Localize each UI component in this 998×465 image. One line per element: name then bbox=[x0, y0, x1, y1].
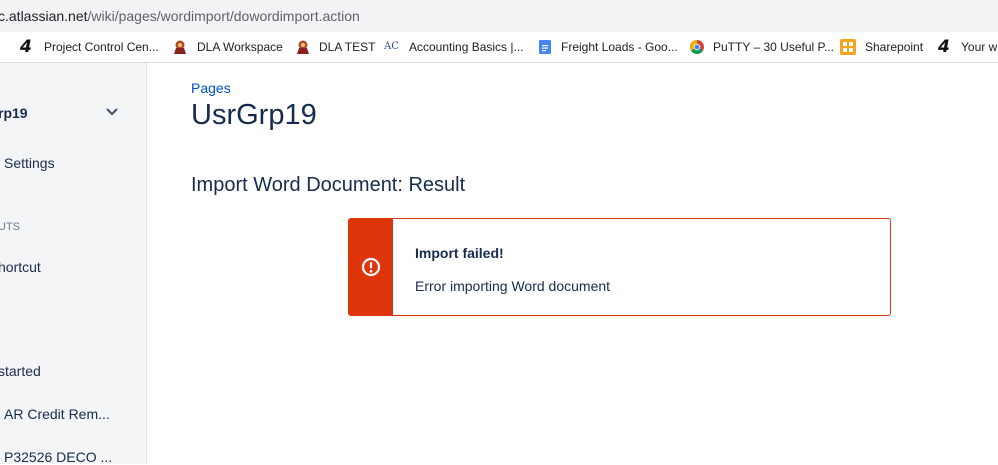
bookmarks-bar: r 4 Project Control Cen... DLA Workspace… bbox=[0, 32, 998, 63]
sidebar-item-ar-credit[interactable]: AR Credit Rem... bbox=[4, 406, 110, 422]
ac-icon: AC bbox=[384, 41, 399, 52]
breadcrumb[interactable]: Pages bbox=[191, 80, 231, 96]
error-icon bbox=[361, 257, 381, 277]
space-settings-link[interactable]: Settings bbox=[4, 155, 55, 171]
error-title: Import failed! bbox=[415, 245, 504, 261]
sidebar-item-p32526[interactable]: P32526 DECO ... bbox=[4, 449, 112, 465]
sidebar: rp19 Settings UTS hortcut started AR Cre… bbox=[0, 63, 147, 465]
space-name[interactable]: rp19 bbox=[0, 105, 28, 121]
google-docs-icon bbox=[539, 40, 551, 54]
four-icon: 4 bbox=[20, 37, 32, 57]
result-heading: Import Word Document: Result bbox=[191, 174, 466, 196]
shortcuts-section-label: UTS bbox=[0, 221, 20, 233]
url-text[interactable]: c.atlassian.net/wiki/pages/wordimport/do… bbox=[0, 8, 360, 24]
add-shortcut-link[interactable]: hortcut bbox=[0, 259, 41, 275]
dla-icon bbox=[174, 40, 186, 54]
four-icon: 4 bbox=[938, 37, 950, 57]
error-body: Error importing Word document bbox=[415, 278, 611, 294]
error-bar bbox=[349, 219, 393, 315]
sidebar-item-get-started[interactable]: started bbox=[0, 363, 41, 379]
dla-icon bbox=[297, 40, 309, 54]
page-title: UsrGrp19 bbox=[191, 99, 317, 131]
sharepoint-icon bbox=[840, 39, 856, 55]
chrome-icon bbox=[690, 40, 704, 54]
chevron-down-icon[interactable] bbox=[106, 108, 118, 116]
error-message: Import failed! Error importing Word docu… bbox=[348, 218, 891, 316]
address-bar[interactable]: c.atlassian.net/wiki/pages/wordimport/do… bbox=[0, 0, 998, 32]
main-content: Pages UsrGrp19 Import Word Document: Res… bbox=[147, 63, 998, 464]
